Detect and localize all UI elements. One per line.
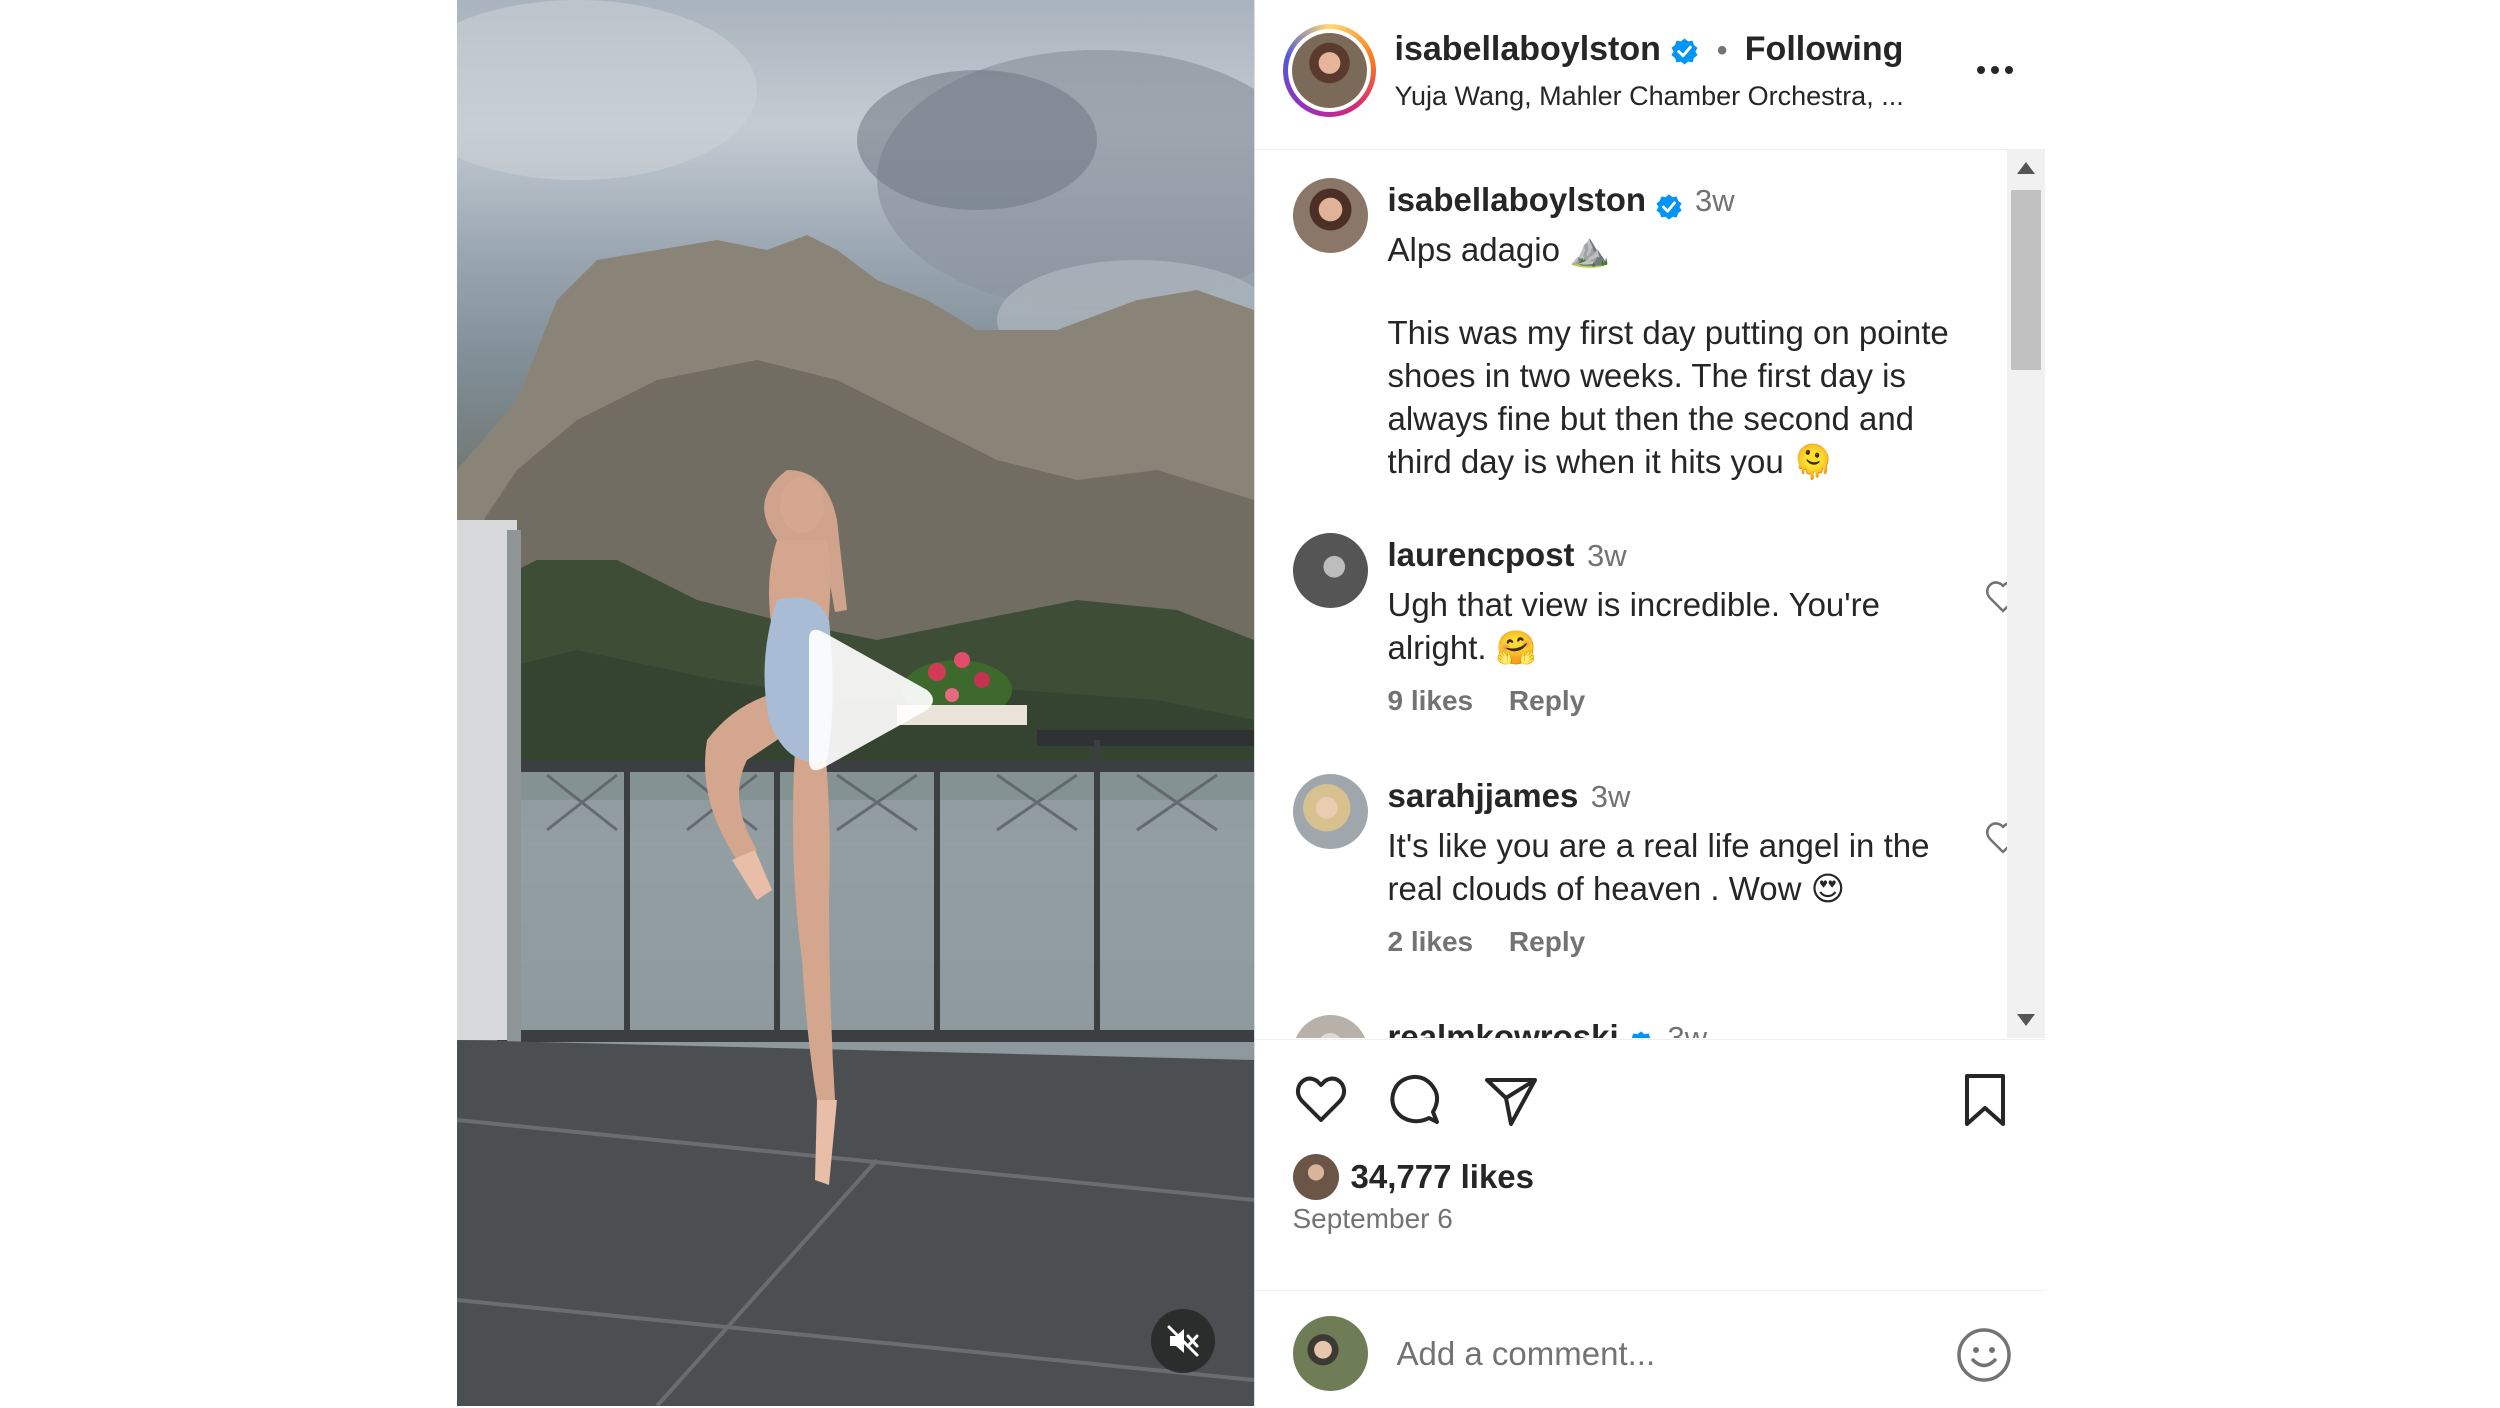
comment-time[interactable]: 3w	[1587, 538, 1627, 573]
share-paper-plane-icon[interactable]	[1481, 1070, 1541, 1130]
comment-time[interactable]: 3w	[1591, 779, 1631, 814]
verified-badge-icon	[1671, 37, 1698, 65]
post-video[interactable]	[457, 0, 1254, 1406]
comment-bubble-icon[interactable]	[1385, 1070, 1445, 1130]
more-options-button[interactable]	[1970, 50, 2020, 90]
post-date[interactable]: September 6	[1293, 1203, 1453, 1235]
post-header: isabellaboylston • Following Yuja Wang, …	[1254, 0, 2045, 150]
post-dialog: isabellaboylston • Following Yuja Wang, …	[457, 0, 2045, 1406]
comment-username[interactable]: laurencpost	[1388, 536, 1575, 573]
scroll-down-arrow-icon[interactable]	[2016, 1014, 2035, 1026]
post-actions: 34,777 likes September 6	[1254, 1039, 2045, 1408]
more-dots-icon	[1976, 66, 1985, 74]
separator-dot: •	[1716, 34, 1728, 67]
like-heart-icon[interactable]	[1291, 1070, 1351, 1130]
caption-body: This was my first day putting on pointe …	[1387, 314, 1958, 480]
comment-reply-button[interactable]: Reply	[1509, 685, 1585, 716]
mute-toggle-button[interactable]	[1151, 1309, 1215, 1373]
comment-username[interactable]: realmkowroski	[1388, 1018, 1619, 1038]
speaker-muted-icon	[1167, 1325, 1199, 1357]
play-button[interactable]	[789, 620, 939, 780]
likes-summary[interactable]: 34,777 likes	[1292, 1152, 1535, 1202]
comment-username[interactable]: sarahjjames	[1388, 777, 1579, 814]
add-comment-row	[1254, 1290, 2045, 1408]
author-avatar[interactable]	[1282, 24, 1376, 117]
comment-like-heart-icon[interactable]	[1983, 818, 2007, 858]
liker-avatar	[1292, 1154, 1339, 1200]
current-user-avatar	[1292, 1316, 1368, 1391]
comment-avatar[interactable]	[1292, 1015, 1368, 1038]
comment-text: It's like you are a real life angel in t…	[1387, 827, 1939, 907]
comment-likes[interactable]: 2 likes	[1388, 926, 1474, 957]
add-comment-input[interactable]	[1394, 1331, 1899, 1377]
post-side-panel: isabellaboylston • Following Yuja Wang, …	[1253, 0, 2045, 1408]
play-icon	[809, 629, 933, 771]
comment-time[interactable]: 3w	[1668, 1020, 1708, 1038]
comment-text: Ugh that view is incredible. You're alri…	[1387, 586, 1890, 666]
save-bookmark-icon[interactable]	[1955, 1070, 2015, 1130]
scroll-up-arrow-icon[interactable]	[2016, 162, 2035, 174]
audio-info-link[interactable]: Yuja Wang, Mahler Chamber Orchestra, ...	[1395, 81, 1904, 112]
likes-count[interactable]: 34,777 likes	[1351, 1158, 1535, 1196]
comment-like-heart-icon[interactable]	[1983, 577, 2007, 617]
comment-avatar[interactable]	[1292, 533, 1368, 608]
comment-reply-button[interactable]: Reply	[1509, 926, 1585, 957]
comments-list[interactable]: isabellaboylston 3w Alps adagio ⛰️ This …	[1255, 150, 2007, 1038]
caption-author-avatar[interactable]	[1292, 178, 1368, 253]
author-username[interactable]: isabellaboylston	[1395, 30, 1661, 68]
verified-badge-icon	[1655, 194, 1682, 220]
scrollbar-thumb[interactable]	[2010, 190, 2041, 370]
caption-username[interactable]: isabellaboylston	[1388, 181, 1647, 218]
comment-avatar[interactable]	[1292, 774, 1368, 849]
comments-scrollbar[interactable]	[2006, 150, 2045, 1038]
comment-likes[interactable]: 9 likes	[1388, 685, 1474, 716]
caption-time[interactable]: 3w	[1695, 183, 1735, 218]
verified-badge-icon	[1631, 1031, 1651, 1038]
emoji-smiley-icon[interactable]	[1955, 1326, 2013, 1384]
caption-title: Alps adagio ⛰️	[1387, 231, 1611, 268]
following-button[interactable]: Following	[1745, 30, 1904, 68]
